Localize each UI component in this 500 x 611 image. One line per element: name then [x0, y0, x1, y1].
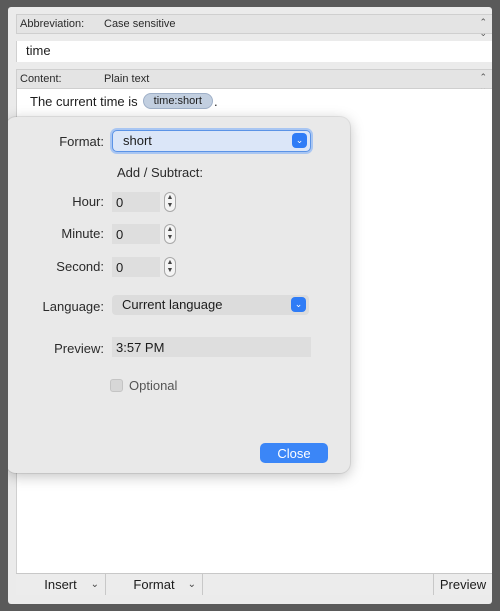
add-subtract-label: Add / Subtract:	[117, 165, 203, 180]
snippet-editor-window: Abbreviation: Case sensitive ⌃ ⌄ time Con…	[8, 7, 492, 604]
chevron-down-icon: ⌄	[90, 579, 99, 590]
close-button[interactable]: Close	[260, 443, 328, 463]
insert-label: Insert	[44, 577, 77, 592]
optional-checkbox[interactable]	[110, 379, 123, 392]
format-label: Format	[133, 577, 175, 592]
up-down-chevron-icon[interactable]: ▲ ▼	[164, 257, 176, 277]
second-label: Second:	[56, 259, 104, 274]
abbreviation-label: Abbreviation:	[20, 18, 85, 30]
abbreviation-mode-select[interactable]: Case sensitive	[104, 18, 176, 30]
abbreviation-header: Abbreviation: Case sensitive ⌃ ⌄	[16, 14, 492, 38]
language-label: Language:	[42, 299, 104, 314]
format-select-value: short	[123, 133, 152, 148]
close-button-label: Close	[277, 445, 311, 461]
bottom-bar-spacer	[203, 574, 434, 595]
content-text-before: The current time is	[30, 93, 138, 109]
preview-button-label: Preview	[439, 577, 487, 592]
hour-stepper[interactable]: ▲ ▼	[163, 192, 177, 212]
content-mode-select[interactable]: Plain text	[104, 73, 149, 85]
content-header: Content: Plain text ⌃ ⌄	[16, 69, 492, 93]
chevron-down-icon[interactable]: ⌄	[291, 297, 306, 312]
minute-input[interactable]: 0	[112, 224, 160, 244]
up-down-chevron-icon[interactable]: ⌃ ⌄	[479, 17, 487, 39]
format-select[interactable]: short ⌄	[112, 130, 311, 152]
content-label: Content:	[20, 73, 62, 85]
token-settings-popover: Format: short ⌄ Add / Subtract: Hour: 0 …	[8, 117, 350, 473]
time-token[interactable]: time:short	[142, 93, 213, 109]
language-select[interactable]: Current language ⌄	[112, 295, 309, 315]
content-text-after: .	[213, 93, 218, 109]
chevron-down-icon[interactable]: ⌄	[292, 133, 307, 148]
optional-label[interactable]: Optional	[129, 378, 177, 393]
abbreviation-input[interactable]: time	[16, 41, 492, 62]
format-field-label: Format:	[59, 134, 104, 149]
minute-stepper[interactable]: ▲ ▼	[163, 224, 177, 244]
hour-label: Hour:	[72, 194, 104, 209]
language-select-value: Current language	[122, 297, 223, 312]
content-line: The current time is time:short .	[30, 93, 218, 109]
minute-label: Minute:	[61, 226, 104, 241]
bottom-bar: Insert ⌄ Format ⌄ Preview	[16, 573, 492, 595]
second-input[interactable]: 0	[112, 257, 160, 277]
up-down-chevron-icon[interactable]: ▲ ▼	[164, 192, 176, 212]
preview-label: Preview:	[54, 341, 104, 356]
preview-output: 3:57 PM	[112, 337, 311, 357]
up-down-chevron-icon[interactable]: ▲ ▼	[164, 224, 176, 244]
second-stepper[interactable]: ▲ ▼	[163, 257, 177, 277]
format-menu-button[interactable]: Format ⌄	[106, 574, 203, 595]
chevron-down-icon: ⌄	[187, 579, 196, 590]
hour-input[interactable]: 0	[112, 192, 160, 212]
insert-menu-button[interactable]: Insert ⌄	[16, 574, 106, 595]
preview-button[interactable]: Preview	[434, 574, 492, 595]
